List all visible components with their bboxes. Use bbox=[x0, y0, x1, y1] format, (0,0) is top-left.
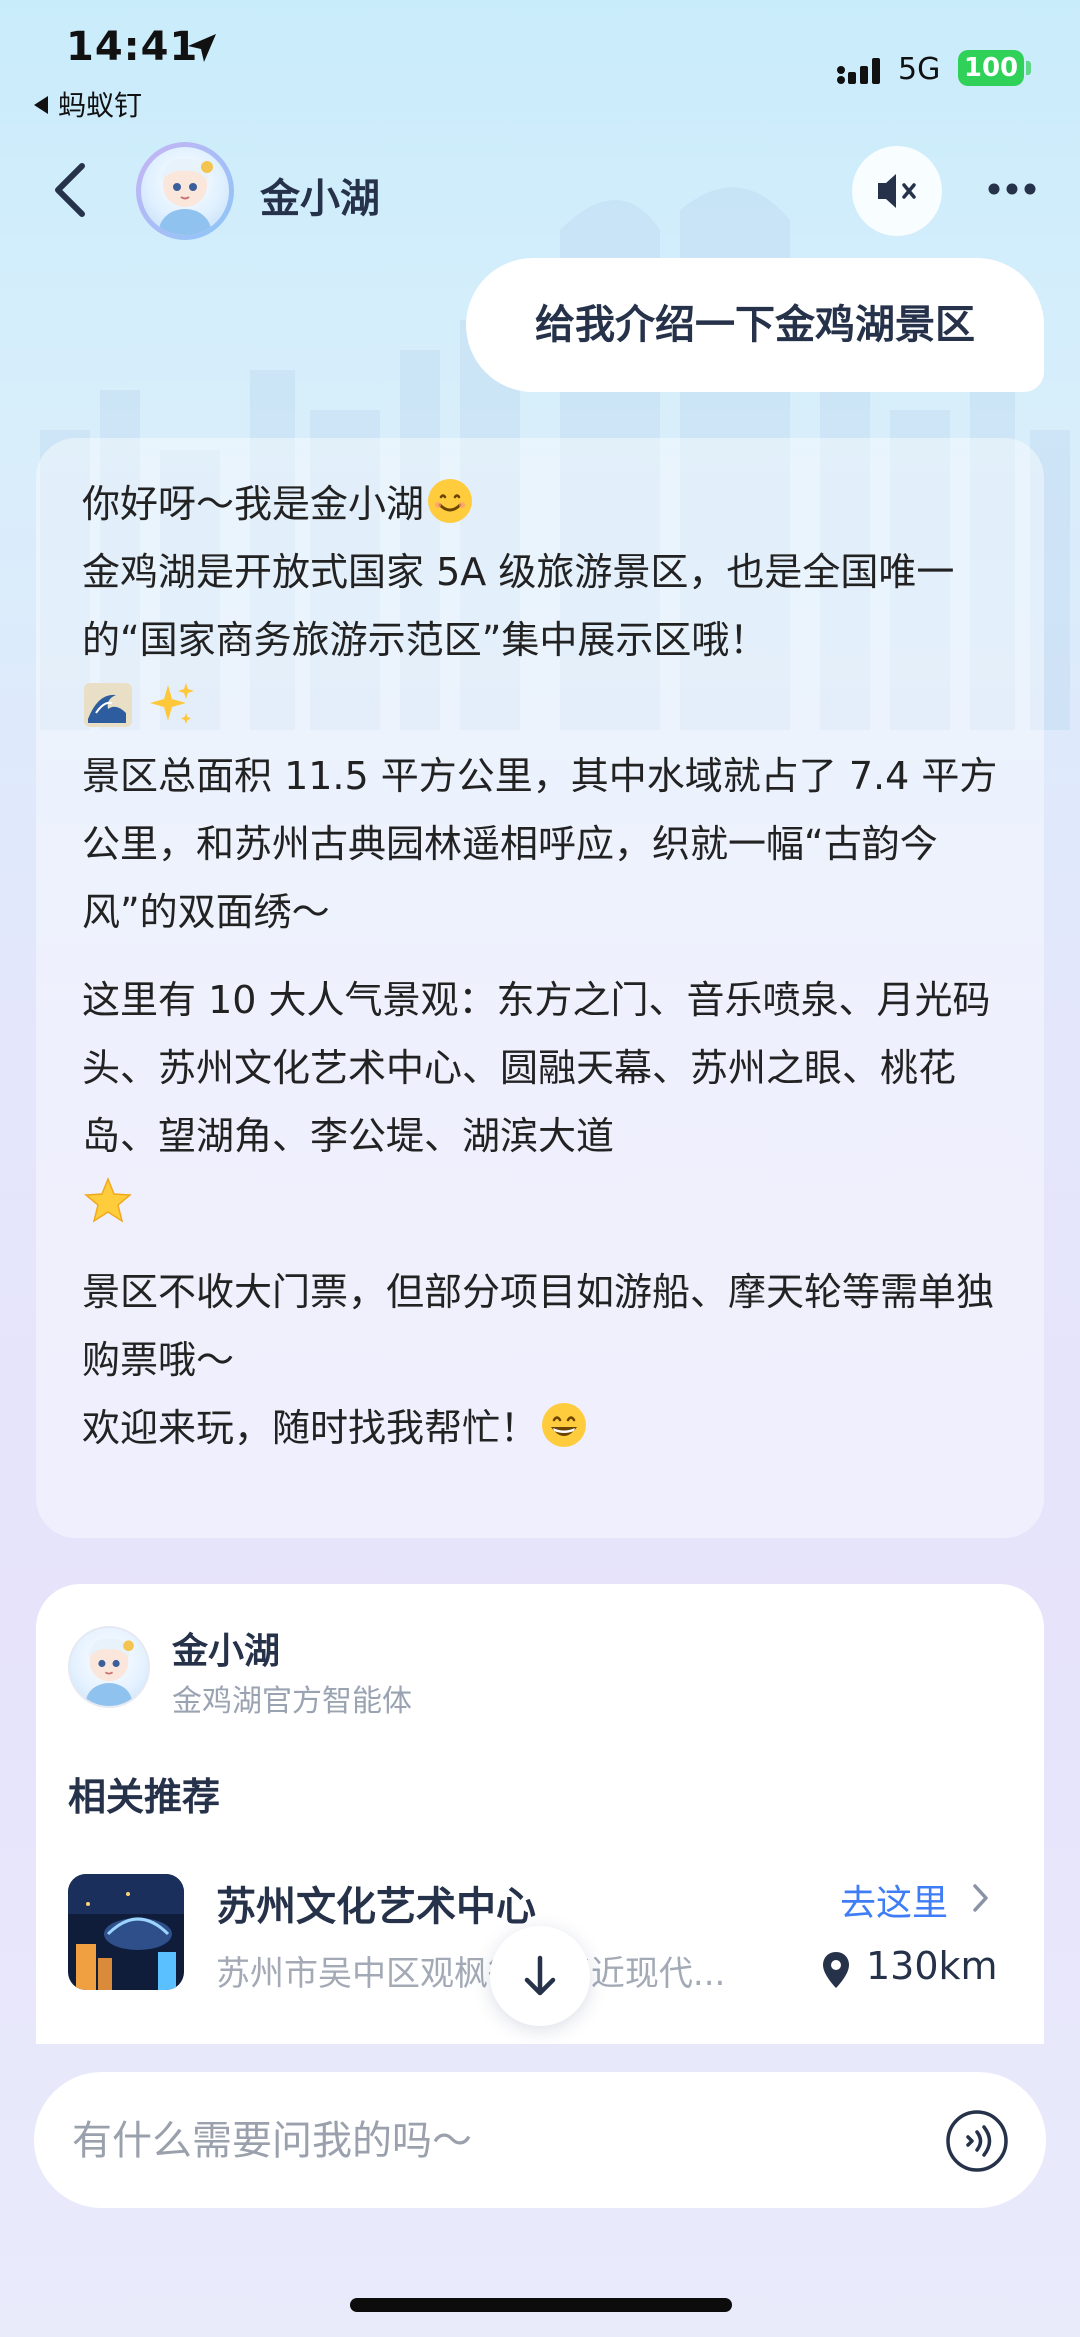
grin-emoji-icon bbox=[542, 1403, 587, 1447]
reply-emoji-line bbox=[82, 1170, 1002, 1238]
reply-text: 你好呀～我是金小湖 金鸡湖是开放式国家 5A 级旅游景区，也是全国唯一的“国家商… bbox=[82, 470, 1002, 1462]
arrow-down-icon bbox=[524, 1955, 556, 1996]
chat-input[interactable] bbox=[72, 2106, 872, 2176]
scroll-to-bottom-button[interactable] bbox=[490, 1926, 590, 2026]
distance: 130km bbox=[866, 1944, 998, 1988]
reply-paragraph: 景区不收大门票，但部分项目如游船、摩天轮等需单独购票哦～ bbox=[82, 1270, 995, 1382]
reply-greeting: 你好呀～我是金小湖 bbox=[82, 482, 425, 526]
agent-avatar[interactable] bbox=[136, 142, 234, 240]
status-time: 14:41 bbox=[66, 24, 199, 70]
card-avatar bbox=[68, 1626, 150, 1708]
home-indicator[interactable] bbox=[350, 2298, 732, 2312]
user-message-bubble: 给我介绍一下金鸡湖景区 bbox=[466, 258, 1044, 392]
agent-name: 金小湖 bbox=[260, 176, 380, 222]
more-dots-icon[interactable] bbox=[984, 174, 1040, 204]
reply-paragraph: 欢迎来玩，随时找我帮忙！ bbox=[82, 1394, 1002, 1462]
chevron-right-icon[interactable] bbox=[970, 1880, 992, 1916]
mute-button[interactable] bbox=[852, 146, 942, 236]
reply-emoji-line bbox=[82, 674, 1002, 742]
go-here-link[interactable]: 去这里 bbox=[840, 1874, 948, 1926]
back-app-label: 蚂蚁钉 bbox=[58, 89, 143, 122]
reply-paragraph: 你好呀～我是金小湖 bbox=[82, 470, 1002, 538]
back-to-app[interactable]: 蚂蚁钉 bbox=[34, 84, 142, 124]
mascot-icon bbox=[159, 158, 213, 235]
network-type: 5G bbox=[898, 52, 941, 87]
reply-paragraph: 景区总面积 11.5 平方公里，其中水域就占了 7.4 平方公里，和苏州古典园林… bbox=[82, 754, 998, 934]
glowing-star-emoji-icon bbox=[84, 1176, 132, 1223]
back-arrow-icon[interactable] bbox=[48, 160, 92, 220]
signal-icon bbox=[837, 58, 880, 84]
reply-paragraph: 金鸡湖是开放式国家 5A 级旅游景区，也是全国唯一的“国家商务旅游示范区”集中展… bbox=[82, 550, 955, 662]
place-name[interactable]: 苏州文化艺术中心 bbox=[216, 1874, 536, 1932]
location-arrow-icon bbox=[188, 34, 216, 62]
place-thumbnail[interactable] bbox=[68, 1874, 184, 1990]
voice-input-icon[interactable] bbox=[944, 2108, 1010, 2174]
location-pin-icon bbox=[823, 1952, 849, 1988]
place-photo bbox=[68, 1874, 184, 1990]
speaker-mute-icon bbox=[878, 174, 916, 208]
wave-emoji-icon bbox=[84, 683, 132, 727]
back-triangle-icon bbox=[34, 96, 48, 114]
sparkles-emoji-icon bbox=[150, 683, 195, 724]
reply-closing: 欢迎来玩，随时找我帮忙！ bbox=[82, 1406, 539, 1450]
section-title: 相关推荐 bbox=[68, 1775, 221, 1819]
card-agent-subtitle: 金鸡湖官方智能体 bbox=[172, 1684, 412, 1719]
smile-emoji-icon bbox=[428, 479, 473, 523]
reply-paragraph: 这里有 10 大人气景观：东方之门、音乐喷泉、月光码头、苏州文化艺术中心、圆融天… bbox=[82, 978, 991, 1158]
card-agent-name: 金小湖 bbox=[172, 1631, 281, 1672]
battery-indicator: 100 bbox=[958, 50, 1024, 86]
mascot-icon bbox=[85, 1638, 134, 1706]
battery-tip bbox=[1026, 61, 1031, 75]
